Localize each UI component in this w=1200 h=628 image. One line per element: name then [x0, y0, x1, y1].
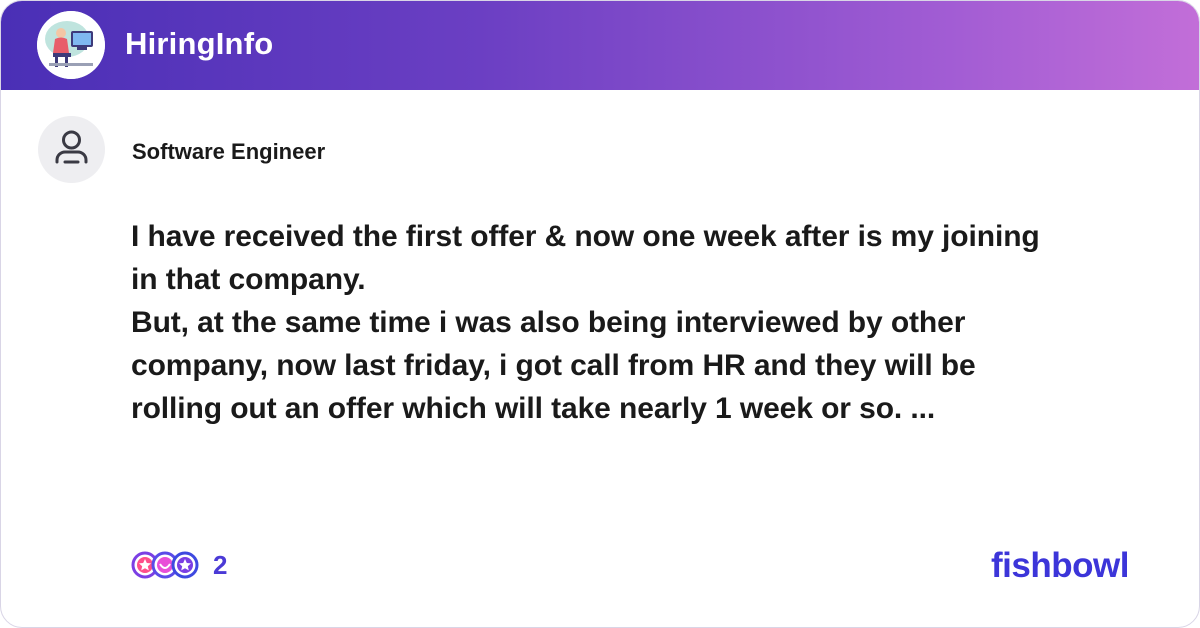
post-body-line: I have received the first offer & now on…: [131, 220, 1040, 253]
post-body[interactable]: I have received the first offer & now on…: [131, 215, 1141, 430]
user-silhouette-icon[interactable]: [38, 116, 105, 183]
group-name[interactable]: HiringInfo: [125, 25, 273, 63]
reaction-emojis-icon[interactable]: [131, 549, 211, 581]
group-header: HiringInfo: [1, 1, 1199, 90]
fishbowl-logo[interactable]: fishbowl: [991, 545, 1129, 587]
post-card[interactable]: HiringInfo Software Engineer I have rece…: [0, 0, 1200, 628]
post-body-line: But, at the same time i was also being i…: [131, 306, 966, 339]
reaction-count[interactable]: 2: [213, 549, 227, 581]
post-body-line: company, now last friday, i got call fro…: [131, 349, 976, 382]
post-body-line: rolling out an offer which will take nea…: [131, 392, 936, 425]
author-title: Software Engineer: [132, 139, 326, 164]
group-illustration-icon[interactable]: [37, 11, 105, 79]
post-body-line: in that company.: [131, 263, 366, 296]
